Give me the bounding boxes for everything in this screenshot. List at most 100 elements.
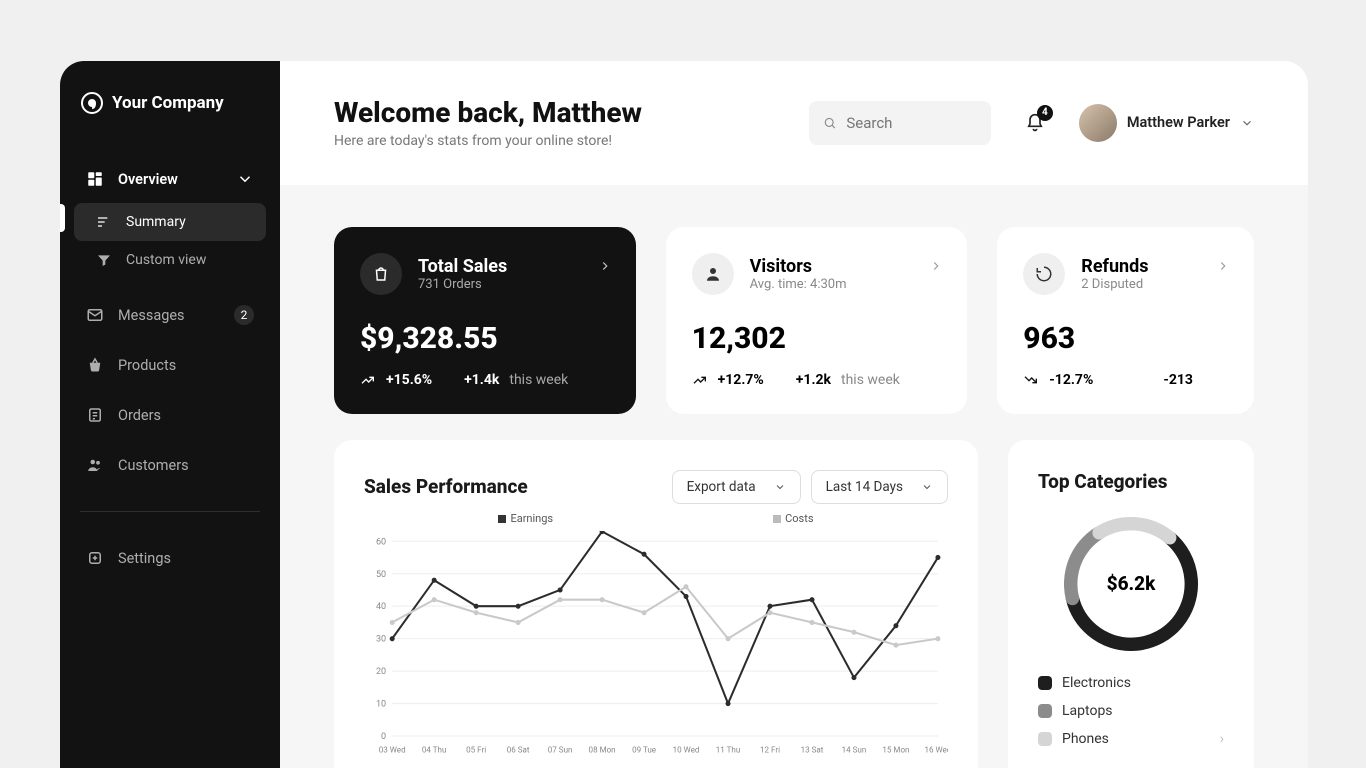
svg-text:10 Wed: 10 Wed	[673, 744, 700, 754]
card-sales-value: $9,328.55	[360, 321, 610, 356]
avatar	[1079, 104, 1117, 142]
search-box[interactable]	[809, 101, 991, 145]
card-sales-sub: 731 Orders	[418, 277, 507, 292]
sidebar: Your Company Overview Summary Custom vie…	[60, 61, 280, 768]
user-name: Matthew Parker	[1127, 114, 1230, 131]
trend-up-icon	[692, 372, 708, 388]
main-area: Welcome back, Matthew Here are today's s…	[280, 61, 1308, 768]
chevron-down-icon	[1240, 116, 1254, 130]
svg-text:20: 20	[376, 667, 386, 677]
sales-panel-title: Sales Performance	[364, 475, 528, 498]
chart-legend: Earnings Costs	[364, 512, 948, 525]
nav-settings[interactable]: Settings	[74, 540, 266, 576]
categories-list: Electronics Laptops Phones ›	[1038, 675, 1224, 747]
overview-submenu: Summary Custom view	[74, 203, 266, 279]
date-range-button[interactable]: Last 14 Days	[811, 470, 948, 504]
svg-text:11 Thu: 11 Thu	[716, 744, 741, 754]
brand[interactable]: Your Company	[74, 91, 266, 115]
export-data-label: Export data	[687, 479, 756, 495]
card-refunds-value: 963	[1023, 321, 1228, 356]
card-refunds-sub: 2 Disputed	[1081, 277, 1148, 292]
category-item[interactable]: Electronics	[1038, 675, 1224, 691]
search-icon	[823, 115, 837, 131]
nav-orders[interactable]: Orders	[74, 397, 266, 433]
svg-text:05 Fri: 05 Fri	[466, 744, 486, 754]
topbar: Welcome back, Matthew Here are today's s…	[280, 61, 1308, 185]
search-input[interactable]	[846, 114, 976, 132]
nav-settings-label: Settings	[118, 550, 171, 567]
svg-text:14 Sun: 14 Sun	[842, 744, 867, 754]
card-refunds-pct: -12.7%	[1049, 372, 1093, 388]
nav-customers-label: Customers	[118, 457, 189, 474]
category-item[interactable]: Laptops	[1038, 703, 1224, 719]
messages-badge: 2	[234, 305, 254, 325]
users-icon	[86, 456, 104, 474]
category-swatch	[1038, 704, 1052, 718]
legend-earnings: Earnings	[498, 512, 553, 525]
stat-cards-row: Total Sales 731 Orders $9,328.55 +15.6% …	[334, 227, 1254, 414]
page-subtitle: Here are today's stats from your online …	[334, 133, 642, 149]
sidebar-active-indicator	[60, 204, 65, 232]
card-refunds[interactable]: Refunds 2 Disputed 963 -12.7% -213	[997, 227, 1254, 414]
card-sales-abs: +1.4k	[464, 372, 499, 388]
card-refunds-abs: -213	[1163, 372, 1193, 388]
category-label: Phones	[1062, 731, 1109, 747]
content: Total Sales 731 Orders $9,328.55 +15.6% …	[280, 185, 1308, 768]
svg-text:06 Sat: 06 Sat	[507, 744, 530, 754]
chevron-down-icon	[921, 481, 933, 493]
svg-text:13 Sat: 13 Sat	[801, 744, 824, 754]
categories-title: Top Categories	[1038, 470, 1224, 493]
sales-chart: 010203040506003 Wed04 Thu05 Fri06 Sat07 …	[364, 531, 948, 757]
nav-summary[interactable]: Summary	[74, 203, 266, 241]
export-data-button[interactable]: Export data	[672, 470, 801, 504]
svg-text:08 Mon: 08 Mon	[589, 744, 616, 754]
svg-text:60: 60	[376, 537, 386, 547]
nav-custom-view[interactable]: Custom view	[74, 241, 266, 279]
top-categories-panel: Top Categories $6.2k Electronics Laptops…	[1008, 440, 1254, 768]
category-label: Laptops	[1062, 703, 1113, 719]
bars-icon	[96, 214, 112, 230]
dashboard-icon	[86, 170, 104, 188]
orders-icon	[86, 406, 104, 424]
nav-customers[interactable]: Customers	[74, 447, 266, 483]
sales-performance-panel: Sales Performance Export data Last 14 Da…	[334, 440, 978, 768]
nav-overview[interactable]: Overview	[74, 161, 266, 197]
card-sales-pct: +15.6%	[386, 372, 432, 388]
card-visitors-value: 12,302	[692, 321, 942, 356]
chevron-down-icon	[236, 170, 254, 188]
card-visitors-title: Visitors	[750, 256, 847, 277]
legend-costs: Costs	[773, 512, 813, 525]
date-range-label: Last 14 Days	[826, 479, 903, 495]
svg-text:04 Thu: 04 Thu	[422, 744, 447, 754]
notifications-button[interactable]: 4	[1013, 101, 1057, 145]
trend-up-icon	[360, 372, 376, 388]
filter-icon	[96, 252, 112, 268]
mail-icon	[86, 306, 104, 324]
svg-text:16 Wed: 16 Wed	[925, 744, 948, 754]
card-visitors-pct: +12.7%	[718, 372, 764, 388]
user-menu[interactable]: Matthew Parker	[1079, 104, 1254, 142]
card-visitors-sub: Avg. time: 4:30m	[750, 277, 847, 292]
card-visitors-abs: +1.2k	[796, 372, 831, 388]
chevron-right-icon	[1216, 259, 1230, 273]
basket-icon	[86, 356, 104, 374]
category-swatch	[1038, 732, 1052, 746]
nav-summary-label: Summary	[126, 214, 186, 230]
svg-text:50: 50	[376, 570, 386, 580]
card-visitors[interactable]: Visitors Avg. time: 4:30m 12,302 +12.7% …	[666, 227, 968, 414]
svg-text:15 Mon: 15 Mon	[882, 744, 909, 754]
card-visitors-label: this week	[841, 372, 900, 388]
nav-messages[interactable]: Messages 2	[74, 297, 266, 333]
svg-text:03 Wed: 03 Wed	[379, 744, 406, 754]
sidebar-divider	[80, 511, 260, 512]
donut-total: $6.2k	[1064, 517, 1198, 651]
svg-text:09 Tue: 09 Tue	[632, 744, 656, 754]
category-item[interactable]: Phones ›	[1038, 731, 1224, 747]
settings-icon	[86, 549, 104, 567]
svg-text:40: 40	[376, 602, 386, 612]
card-total-sales[interactable]: Total Sales 731 Orders $9,328.55 +15.6% …	[334, 227, 636, 414]
refund-icon	[1023, 253, 1065, 295]
nav-orders-label: Orders	[118, 407, 161, 424]
nav-products[interactable]: Products	[74, 347, 266, 383]
nav-messages-label: Messages	[118, 307, 185, 324]
